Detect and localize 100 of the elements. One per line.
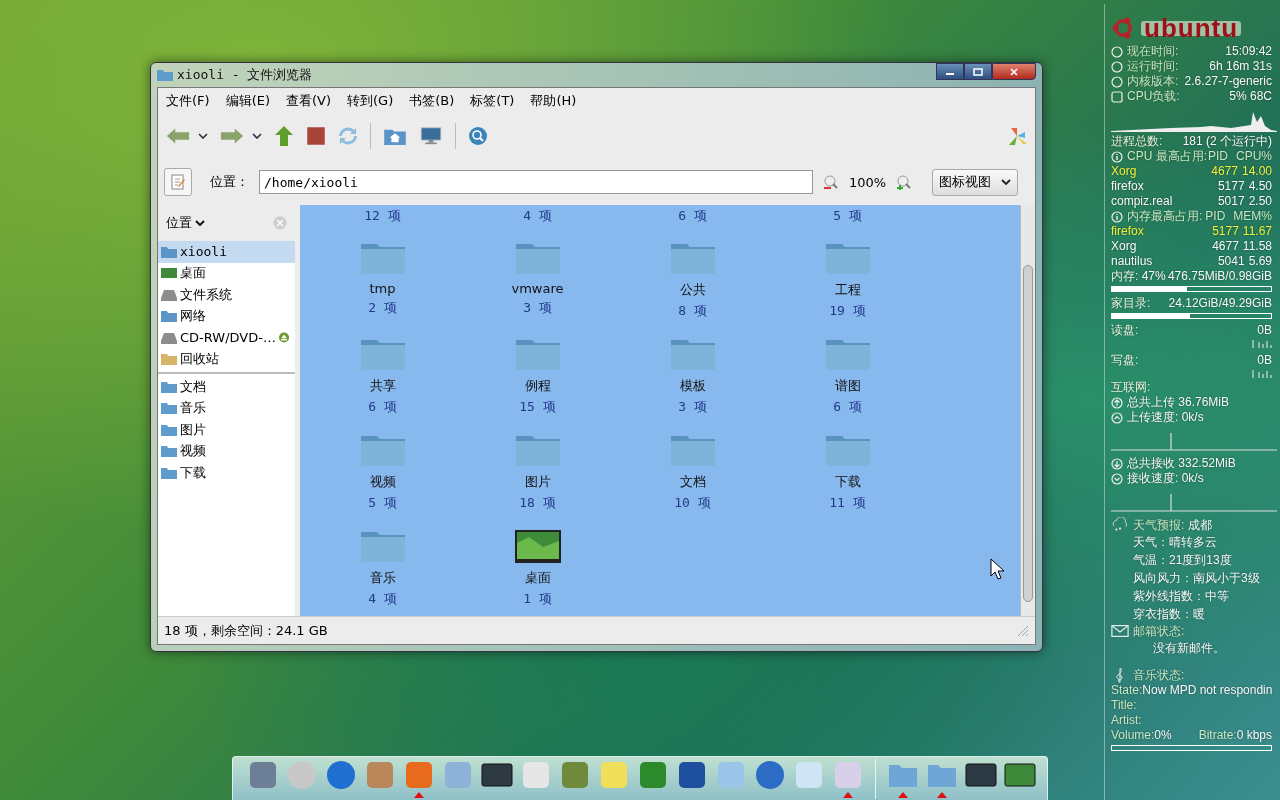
drive-icon <box>161 288 177 301</box>
eject-icon[interactable] <box>278 331 289 345</box>
info-icon <box>1111 210 1123 223</box>
process-name: firefox <box>1111 224 1144 239</box>
disk-graph <box>1252 370 1272 378</box>
stat-value: 476.75MiB/0.98GiB <box>1167 269 1272 284</box>
folder-icon[interactable] <box>514 337 561 371</box>
back-arrow-icon[interactable] <box>166 127 190 145</box>
folder-icon[interactable] <box>359 529 406 563</box>
item-count: 8 项 <box>678 302 707 320</box>
process-name: nautilus <box>1111 254 1153 269</box>
folder-icon[interactable] <box>669 337 716 371</box>
sidebar-item[interactable]: xiooli <box>158 241 295 263</box>
item-count: 5 项 <box>832 207 863 225</box>
menu-item[interactable]: 书签(B) <box>409 92 455 109</box>
close-button[interactable] <box>992 63 1036 80</box>
menu-item[interactable]: 转到(G) <box>347 92 394 109</box>
folder-icon[interactable] <box>359 337 406 371</box>
folder-icon[interactable] <box>669 241 716 275</box>
stat-value: 47% <box>1140 269 1166 284</box>
menu-item[interactable]: 帮助(H) <box>530 92 577 109</box>
section-label: 互联网: <box>1111 380 1151 395</box>
sidebar-item[interactable]: 回收站 <box>158 348 295 370</box>
item-count: 11 项 <box>829 494 866 512</box>
sidebar-item[interactable]: 视频 <box>158 440 295 462</box>
status-text: 18 项，剩余空间：24.1 GB <box>164 621 328 640</box>
running-indicator-icon <box>937 792 947 798</box>
sidebar-item[interactable]: 文件系统 <box>158 284 295 306</box>
menu-item[interactable]: 标签(T) <box>470 92 515 109</box>
weather-info: 天气：晴转多云 <box>1133 534 1217 551</box>
sidebar-item[interactable]: 图片 <box>158 419 295 441</box>
view-dropdown[interactable]: 图标视图 <box>932 168 1019 196</box>
process-id: 5177 <box>1217 179 1245 194</box>
search-icon[interactable] <box>468 126 488 146</box>
stat-value: 6h 16m 31s <box>1209 59 1272 74</box>
close-icon[interactable] <box>273 216 287 230</box>
process-id: 4677 <box>1211 164 1238 179</box>
window-title: xiooli - 文件浏览器 <box>177 66 313 84</box>
music-field-value: 0 kbps <box>1236 728 1272 743</box>
drive-icon <box>161 331 177 344</box>
stat-value: 181 (2 个运行中) <box>1182 134 1272 149</box>
file-name: 音乐 <box>369 569 396 587</box>
caret-icon[interactable] <box>198 133 208 139</box>
menu-item[interactable]: 查看(V) <box>286 92 332 109</box>
up-arrow-icon[interactable] <box>274 126 294 146</box>
folder-icon <box>161 466 177 479</box>
scrollbar[interactable] <box>1020 205 1035 616</box>
file-name: 桌面 <box>524 569 551 587</box>
menu-item[interactable]: 文件(F) <box>166 92 210 109</box>
folder-icon <box>161 445 177 458</box>
sidebar-item[interactable]: 桌面 <box>158 262 295 284</box>
item-count: 15 项 <box>519 398 556 416</box>
item-count: 1 项 <box>523 590 552 608</box>
zoom-out-icon[interactable] <box>823 174 839 190</box>
forward-arrow-icon[interactable] <box>220 127 244 145</box>
file-name: 谱图 <box>834 377 861 395</box>
folder-icon[interactable] <box>669 433 716 467</box>
stop-icon[interactable] <box>306 126 326 146</box>
sidebar-item[interactable]: 网络 <box>158 305 295 327</box>
folder-icon[interactable] <box>824 433 871 467</box>
folder-icon[interactable] <box>359 433 406 467</box>
item-count: 2 项 <box>368 299 397 317</box>
maximize-button[interactable] <box>964 63 992 80</box>
envelope-icon <box>1111 623 1129 639</box>
stat-value: 5% 68C <box>1229 89 1272 104</box>
folder-icon[interactable] <box>514 241 561 275</box>
sidebar-item[interactable]: 文档 <box>158 376 295 398</box>
resize-grip-icon[interactable] <box>1017 624 1029 637</box>
weather-info: 穿衣指数：暖 <box>1133 606 1205 623</box>
places-dropdown[interactable]: 位置 <box>166 214 205 232</box>
sidebar-item[interactable]: 下载 <box>158 462 295 484</box>
weather-info: 风向风力：南风小于3级 <box>1133 570 1260 587</box>
folder-icon <box>161 380 177 393</box>
home-icon[interactable] <box>383 127 407 145</box>
folder-icon[interactable] <box>514 433 561 467</box>
mail-status: 没有新邮件。 <box>1153 640 1225 657</box>
edit-location-button[interactable] <box>164 168 192 196</box>
file-name: tmp <box>369 281 396 296</box>
folder-icon[interactable] <box>824 337 871 371</box>
music-field-label: Bitrate: <box>1198 728 1237 743</box>
stat-label: 内存: <box>1111 269 1139 284</box>
item-count: 5 项 <box>368 494 397 512</box>
location-field[interactable]: /home/xiooli <box>259 170 813 194</box>
folder-icon[interactable] <box>359 241 406 275</box>
folder-icon[interactable] <box>824 241 871 275</box>
reload-icon[interactable] <box>338 126 358 146</box>
folder-icon <box>161 245 177 258</box>
desktop-thumbnail-icon[interactable] <box>514 529 561 563</box>
process-name: Xorg <box>1111 239 1137 254</box>
zoom-in-icon[interactable] <box>896 174 913 190</box>
network-total: 总共接收 332.52MiB <box>1127 456 1236 471</box>
menu-item[interactable]: 编辑(E) <box>225 92 270 109</box>
clock-icon <box>1111 45 1123 58</box>
sidebar-item[interactable]: 音乐 <box>158 397 295 419</box>
chevron-down-icon <box>1111 472 1123 485</box>
section-label: 内存最高占用: <box>1127 209 1203 224</box>
caret-icon[interactable] <box>252 133 262 139</box>
sidebar-item[interactable]: CD-RW/DVD-… <box>158 327 295 349</box>
minimize-button[interactable] <box>936 63 964 80</box>
clock-icon <box>1111 60 1123 73</box>
